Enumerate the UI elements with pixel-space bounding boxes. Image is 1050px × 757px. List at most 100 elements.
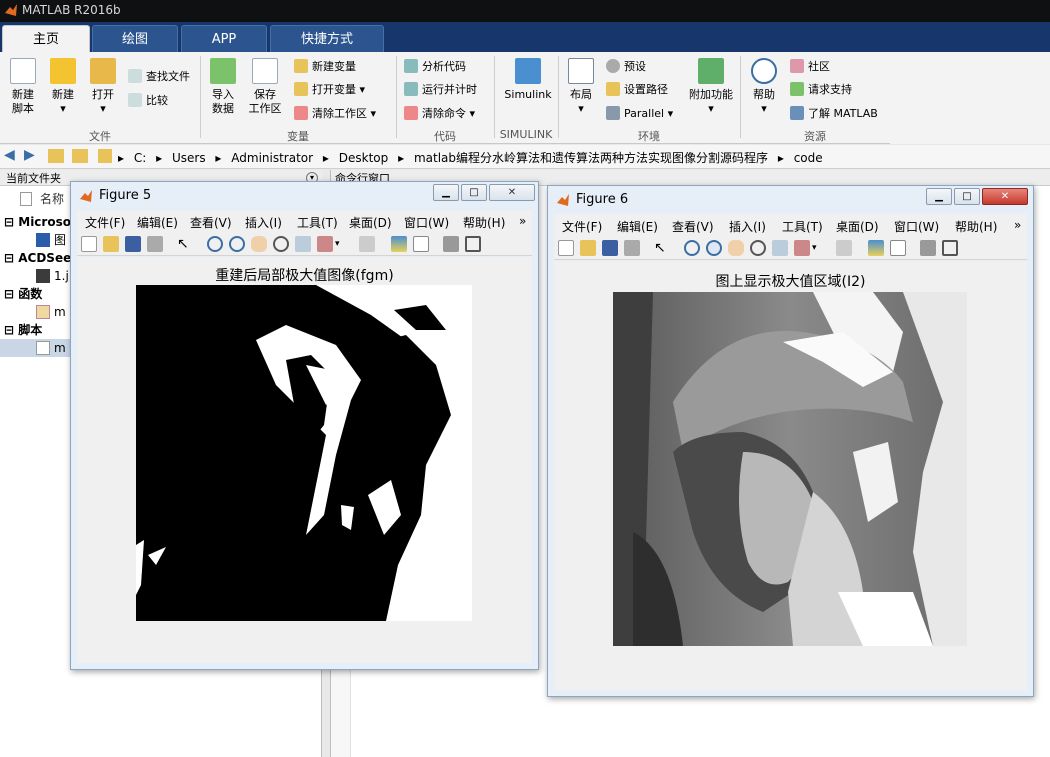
hide-tools-icon[interactable]: [920, 240, 936, 256]
analyze-code-button[interactable]: 分析代码: [404, 58, 466, 78]
close-button[interactable]: ✕: [489, 184, 535, 201]
rotate-icon[interactable]: [273, 236, 289, 252]
menu-file[interactable]: 文件(F): [85, 214, 125, 231]
menu-overflow-icon[interactable]: »: [1014, 218, 1021, 232]
rotate-icon[interactable]: [750, 240, 766, 256]
dock-icon[interactable]: [942, 240, 958, 256]
zoom-out-icon[interactable]: [706, 240, 722, 256]
run-and-time-button[interactable]: 运行并计时: [404, 81, 477, 101]
learn-matlab-button[interactable]: 了解 MATLAB: [790, 105, 878, 125]
maximize-button[interactable]: □: [954, 188, 980, 205]
save-icon[interactable]: [125, 236, 141, 252]
figure-6-title-bar[interactable]: Figure 6 ▁ □ ✕: [548, 186, 1033, 212]
new-button[interactable]: 新建 ▾: [46, 58, 80, 116]
pan-icon[interactable]: [251, 236, 267, 252]
list-item[interactable]: 图: [36, 231, 66, 249]
open-button[interactable]: 打开 ▾: [86, 58, 120, 116]
minimize-button[interactable]: ▁: [433, 184, 459, 201]
menu-help[interactable]: 帮助(H): [955, 218, 997, 235]
new-variable-button[interactable]: 新建变量: [294, 58, 356, 78]
zoom-in-icon[interactable]: [684, 240, 700, 256]
menu-view[interactable]: 查看(V): [190, 214, 232, 231]
colorbar-icon[interactable]: [391, 236, 407, 252]
request-support-button[interactable]: 请求支持: [790, 81, 852, 101]
list-item[interactable]: 1.j: [36, 267, 69, 285]
back-icon[interactable]: ◀: [4, 147, 15, 163]
save-workspace-button[interactable]: 保存 工作区: [246, 58, 284, 116]
list-item[interactable]: ⊟ 函数: [4, 285, 42, 303]
menu-insert[interactable]: 插入(I): [245, 214, 282, 231]
print-icon[interactable]: [624, 240, 640, 256]
list-item[interactable]: ⊟ Microso: [4, 213, 71, 231]
zoom-out-icon[interactable]: [229, 236, 245, 252]
hide-tools-icon[interactable]: [443, 236, 459, 252]
link-icon[interactable]: [359, 236, 375, 252]
brush-dropdown-icon[interactable]: ▾: [335, 236, 343, 252]
preferences-button[interactable]: 预设: [606, 58, 646, 78]
list-item[interactable]: ⊟ 脚本: [4, 321, 42, 339]
select-arrow-icon[interactable]: ↖: [177, 236, 193, 252]
menu-edit[interactable]: 编辑(E): [617, 218, 658, 235]
clear-workspace-button[interactable]: 清除工作区 ▾: [294, 105, 376, 125]
addons-button[interactable]: 附加功能 ▾: [686, 58, 736, 116]
breadcrumb-item[interactable]: C:: [134, 151, 146, 165]
colorbar-icon[interactable]: [868, 240, 884, 256]
menu-file[interactable]: 文件(F): [562, 218, 602, 235]
data-cursor-icon[interactable]: [295, 236, 311, 252]
help-button[interactable]: 帮助 ▾: [748, 58, 780, 116]
dock-icon[interactable]: [465, 236, 481, 252]
up-folder-icon[interactable]: [48, 149, 64, 163]
find-files-button[interactable]: 查找文件: [128, 68, 190, 88]
breadcrumb-item[interactable]: Desktop: [339, 151, 389, 165]
brush-icon[interactable]: [794, 240, 810, 256]
menu-edit[interactable]: 编辑(E): [137, 214, 178, 231]
clear-commands-button[interactable]: 清除命令 ▾: [404, 105, 475, 125]
layout-button[interactable]: 布局 ▾: [564, 58, 598, 116]
data-cursor-icon[interactable]: [772, 240, 788, 256]
browse-folder-icon[interactable]: [72, 149, 88, 163]
print-icon[interactable]: [147, 236, 163, 252]
menu-view[interactable]: 查看(V): [672, 218, 714, 235]
maximize-button[interactable]: □: [461, 184, 487, 201]
breadcrumb[interactable]: ▸ C: ▸ Users ▸ Administrator ▸ Desktop ▸…: [118, 149, 829, 166]
breadcrumb-item[interactable]: matlab编程分水岭算法和遗传算法两种方法实现图像分割源码程序: [414, 151, 768, 165]
menu-help[interactable]: 帮助(H): [463, 214, 505, 231]
compare-button[interactable]: 比较: [128, 92, 168, 112]
tab-apps[interactable]: APP: [181, 25, 267, 52]
brush-icon[interactable]: [317, 236, 333, 252]
figure-5-window[interactable]: Figure 5 ▁ □ ✕ 文件(F) 编辑(E) 查看(V) 插入(I) 工…: [70, 181, 539, 670]
legend-icon[interactable]: [413, 236, 429, 252]
figure-5-title-bar[interactable]: Figure 5 ▁ □ ✕: [71, 182, 538, 208]
figure-6-window[interactable]: Figure 6 ▁ □ ✕ 文件(F) 编辑(E) 查看(V) 插入(I) 工…: [547, 185, 1034, 697]
menu-window[interactable]: 窗口(W): [404, 214, 449, 231]
brush-dropdown-icon[interactable]: ▾: [812, 240, 820, 256]
new-figure-icon[interactable]: [81, 236, 97, 252]
new-figure-icon[interactable]: [558, 240, 574, 256]
name-column-header[interactable]: 名称: [20, 190, 64, 208]
breadcrumb-item[interactable]: Users: [172, 151, 206, 165]
select-arrow-icon[interactable]: ↖: [654, 240, 670, 256]
list-item[interactable]: m: [36, 303, 66, 321]
new-script-button[interactable]: 新建 脚本: [6, 58, 40, 116]
import-data-button[interactable]: 导入 数据: [206, 58, 240, 116]
save-icon[interactable]: [602, 240, 618, 256]
simulink-button[interactable]: Simulink: [500, 58, 556, 102]
parallel-button[interactable]: Parallel ▾: [606, 105, 673, 125]
menu-insert[interactable]: 插入(I): [729, 218, 766, 235]
menu-desktop[interactable]: 桌面(D): [349, 214, 392, 231]
list-item[interactable]: ⊟ ACDSee: [4, 249, 71, 267]
close-button[interactable]: ✕: [982, 188, 1028, 205]
open-file-icon[interactable]: [580, 240, 596, 256]
menu-tools[interactable]: 工具(T): [782, 218, 823, 235]
forward-icon[interactable]: ▶: [24, 147, 35, 163]
breadcrumb-item[interactable]: code: [794, 151, 823, 165]
tab-plots[interactable]: 绘图: [92, 25, 178, 52]
community-button[interactable]: 社区: [790, 58, 830, 78]
zoom-in-icon[interactable]: [207, 236, 223, 252]
set-path-button[interactable]: 设置路径: [606, 81, 668, 101]
open-variable-button[interactable]: 打开变量 ▾: [294, 81, 365, 101]
menu-tools[interactable]: 工具(T): [297, 214, 338, 231]
link-icon[interactable]: [836, 240, 852, 256]
minimize-button[interactable]: ▁: [926, 188, 952, 205]
menu-desktop[interactable]: 桌面(D): [836, 218, 879, 235]
